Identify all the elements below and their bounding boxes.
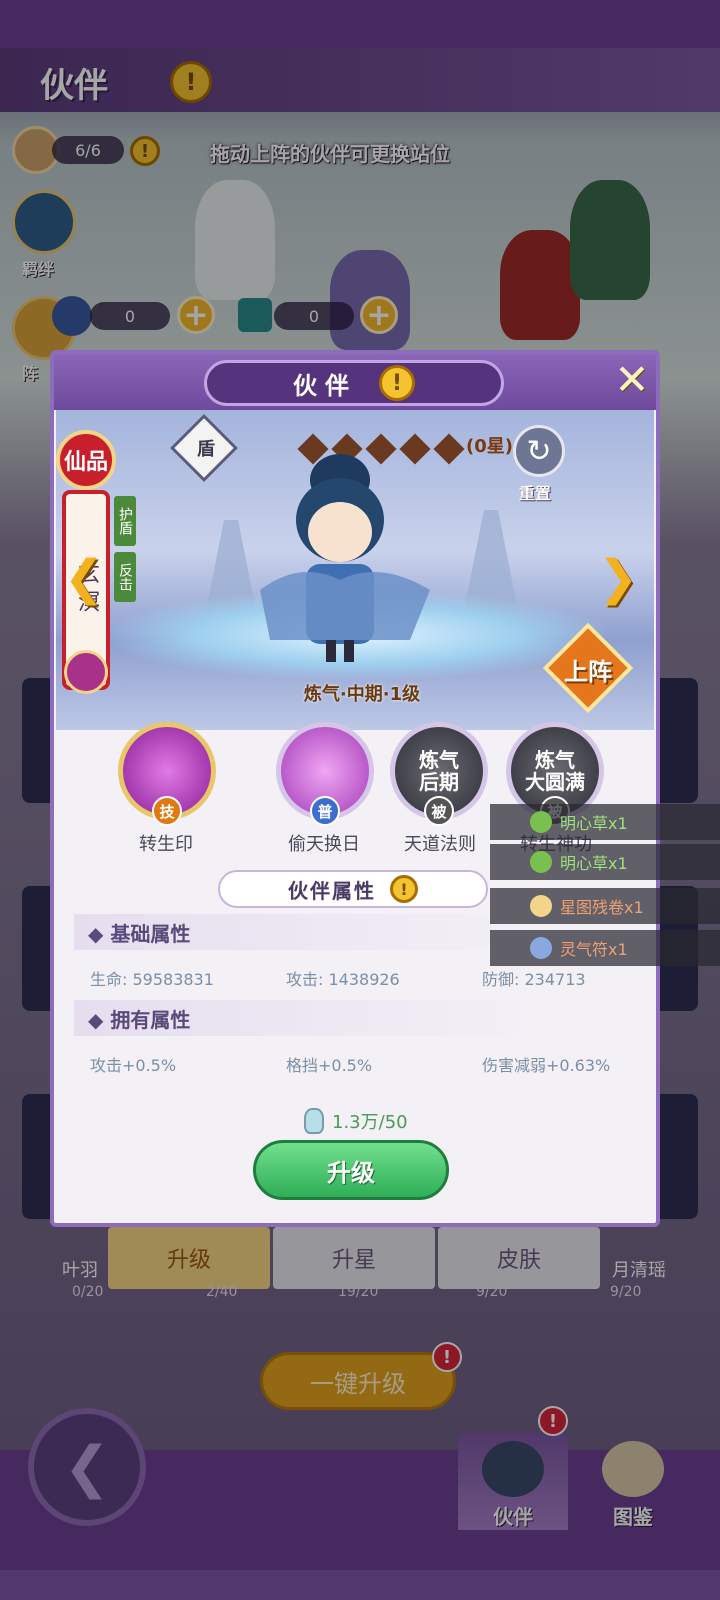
skill-type-badge: 被 (424, 796, 454, 826)
talisman-icon (530, 937, 552, 959)
tag-counter: 反击 (114, 552, 136, 602)
drop-toast: 星图残卷x1 (490, 888, 720, 924)
attributes-header: 伙伴属性 ! (218, 870, 488, 908)
herb-icon (530, 811, 552, 833)
drop-text: 明心草x1 (560, 854, 628, 873)
deploy-label: 上阵 (564, 658, 612, 686)
realm-level: 炼气·中期·1级 (303, 684, 421, 705)
skill-type-badge: 技 (152, 796, 182, 826)
potion-bottle-icon (304, 1108, 324, 1134)
attributes-help-icon[interactable]: ! (390, 875, 418, 903)
drop-text: 灵气符x1 (560, 940, 628, 959)
stat-attack: 攻击: 1438926 (286, 970, 400, 989)
scroll-fragment-icon (530, 895, 552, 917)
drop-toast: 明心草x1 (490, 844, 720, 880)
skill-type-badge: 普 (310, 796, 340, 826)
attributes-title: 伙伴属性 (288, 878, 376, 903)
prev-partner-arrow-icon[interactable]: ❮ (64, 550, 104, 606)
reset-label: 重置 (519, 484, 552, 503)
owned-attack: 攻击+0.5% (90, 1056, 177, 1075)
next-partner-arrow-icon[interactable]: ❯ (598, 550, 638, 606)
basic-attributes-title: ◆ 基础属性 (74, 914, 534, 950)
dialog-title: 伙伴 (293, 371, 357, 400)
owned-block: 格挡+0.5% (286, 1056, 373, 1075)
skill-name: 转生印 (139, 834, 193, 855)
dialog-title-plate: 伙伴 ! (204, 360, 504, 406)
drop-toast: 明心草x1 (490, 804, 720, 840)
drop-toast: 灵气符x1 (490, 930, 720, 966)
drop-text: 星图残卷x1 (560, 898, 644, 917)
reset-icon[interactable]: ↻ (513, 425, 565, 477)
tag-shield: 护盾 (114, 496, 136, 546)
dialog-header: 伙伴 ! ✕ (54, 354, 656, 410)
owned-damage-reduction: 伤害减弱+0.63% (482, 1056, 611, 1075)
star-count: (0星) (466, 436, 513, 457)
upgrade-cost-value: 1.3万/50 (332, 1112, 408, 1133)
owned-attributes-title: ◆ 拥有属性 (74, 1000, 534, 1036)
upgrade-button[interactable]: 升级 (253, 1140, 449, 1200)
herb-icon (530, 851, 552, 873)
faction-emblem-icon (64, 650, 108, 694)
drop-text: 明心草x1 (560, 814, 628, 833)
role-label: 盾 (197, 439, 215, 460)
upgrade-cost: 1.3万/50 (304, 1108, 408, 1134)
hero-character[interactable] (240, 440, 440, 670)
skill-name: 偷天换日 (288, 834, 360, 855)
skill-name: 天道法则 (404, 834, 476, 855)
close-icon[interactable]: ✕ (612, 359, 652, 401)
stat-hp: 生命: 59583831 (90, 970, 214, 989)
stat-defense: 防御: 234713 (482, 970, 586, 989)
rank-badge: 仙品 (56, 430, 116, 490)
dialog-help-icon[interactable]: ! (379, 365, 415, 401)
